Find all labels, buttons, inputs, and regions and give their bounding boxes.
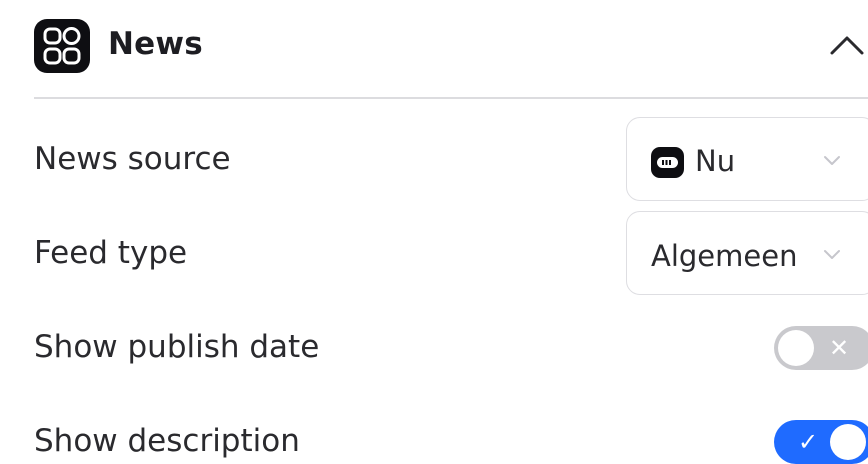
header-divider bbox=[34, 97, 868, 99]
grid-apps-icon bbox=[34, 19, 90, 73]
chevron-up-icon[interactable] bbox=[826, 28, 868, 62]
check-icon: ✓ bbox=[798, 428, 819, 456]
news-source-select[interactable]: Nu bbox=[626, 117, 868, 201]
show-publish-date-label: Show publish date bbox=[34, 329, 320, 365]
show-description-label: Show description bbox=[34, 423, 300, 459]
chevron-down-icon bbox=[824, 156, 840, 165]
x-icon: ✕ bbox=[829, 334, 850, 362]
feed-type-select[interactable]: Algemeen bbox=[626, 211, 868, 295]
toggle-knob bbox=[830, 424, 866, 460]
news-source-label: News source bbox=[34, 141, 231, 177]
show-publish-date-toggle[interactable]: ✕ bbox=[774, 326, 868, 370]
feed-type-label: Feed type bbox=[34, 235, 188, 271]
feed-type-value: Algemeen bbox=[651, 239, 798, 273]
news-source-value: Nu bbox=[695, 144, 736, 178]
show-description-toggle[interactable]: ✓ bbox=[774, 420, 868, 464]
widget-title: News bbox=[108, 26, 203, 62]
nu-logo-icon bbox=[651, 147, 684, 178]
chevron-down-icon bbox=[824, 250, 840, 259]
toggle-knob bbox=[778, 330, 814, 366]
news-widget-header[interactable]: News bbox=[0, 0, 868, 98]
